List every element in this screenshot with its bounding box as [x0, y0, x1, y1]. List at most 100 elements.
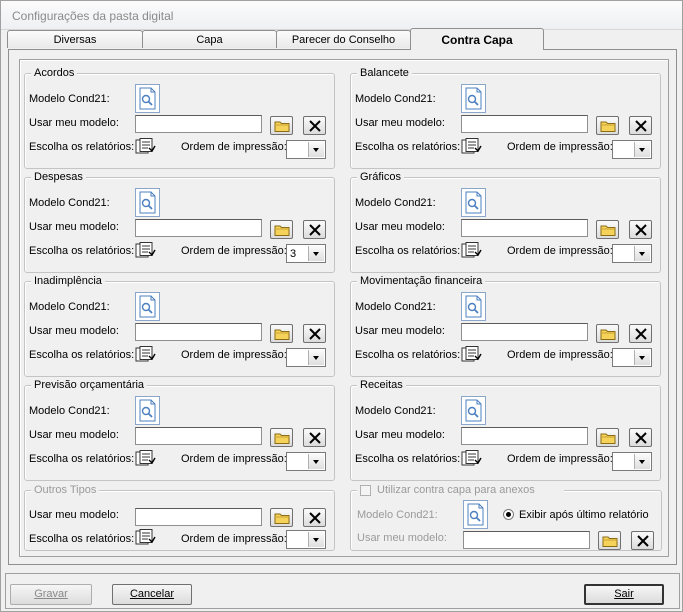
anexos-checkbox-label: Utilizar contra capa para anexos	[377, 484, 535, 496]
ordem-impressao-select[interactable]	[612, 348, 652, 367]
group-title: Balancete	[357, 66, 412, 80]
choose-reports-button[interactable]	[134, 529, 156, 547]
gravar-button[interactable]: Gravar	[10, 584, 92, 605]
clear-model-button[interactable]	[303, 324, 326, 343]
group-title: Gráficos	[357, 170, 404, 184]
ordem-impressao-label: Ordem de impressão:	[507, 349, 613, 361]
modelo-cond21-label: Modelo Cond21:	[29, 405, 110, 417]
ordem-impressao-select[interactable]	[612, 244, 652, 263]
exibir-apos-radio[interactable]	[503, 509, 514, 520]
usar-meu-modelo-input[interactable]	[135, 508, 262, 526]
choose-reports-button[interactable]	[134, 138, 156, 156]
usar-meu-modelo-input[interactable]	[461, 115, 588, 133]
title-bar: Configurações da pasta digital	[1, 1, 682, 30]
group-title: Outros Tipos	[31, 483, 100, 497]
clear-model-button[interactable]	[629, 220, 652, 239]
group-title: Inadimplência	[31, 274, 105, 288]
tab-diversas[interactable]: Diversas	[7, 30, 143, 48]
report-list-icon	[134, 529, 156, 549]
chevron-down-icon[interactable]	[634, 142, 650, 157]
usar-meu-modelo-input[interactable]	[135, 323, 262, 341]
tab-parecer-do-conselho[interactable]: Parecer do Conselho	[276, 30, 411, 48]
browse-folder-button[interactable]	[596, 428, 619, 447]
choose-reports-button[interactable]	[460, 450, 482, 468]
ordem-impressao-select[interactable]	[286, 530, 326, 549]
clear-model-button[interactable]	[303, 116, 326, 135]
choose-reports-button[interactable]	[134, 346, 156, 364]
usar-meu-modelo-label: Usar meu modelo:	[29, 221, 119, 233]
sair-button[interactable]: Sair	[584, 584, 664, 605]
cancelar-button[interactable]: Cancelar	[112, 584, 192, 605]
usar-meu-modelo-input[interactable]	[461, 323, 588, 341]
ordem-impressao-select[interactable]	[612, 452, 652, 471]
chevron-down-icon[interactable]	[308, 350, 324, 365]
modelo-cond21-icon[interactable]	[135, 188, 160, 217]
usar-meu-modelo-label: Usar meu modelo:	[29, 117, 119, 129]
choose-reports-button[interactable]	[460, 242, 482, 260]
clear-model-button[interactable]	[303, 428, 326, 447]
exibir-apos-label: Exibir após último relatório	[519, 509, 649, 521]
browse-folder-button[interactable]	[596, 324, 619, 343]
anexos-checkbox[interactable]	[360, 485, 371, 496]
chevron-down-icon[interactable]	[308, 142, 324, 157]
usar-meu-modelo-input[interactable]	[461, 427, 588, 445]
ordem-impressao-select[interactable]	[286, 140, 326, 159]
modelo-cond21-icon[interactable]	[135, 396, 160, 425]
tab-capa[interactable]: Capa	[142, 30, 277, 48]
ordem-impressao-label: Ordem de impressão:	[507, 453, 613, 465]
escolha-relatorios-label: Escolha os relatórios:	[29, 141, 135, 153]
choose-reports-button[interactable]	[134, 450, 156, 468]
ordem-impressao-select[interactable]	[286, 348, 326, 367]
browse-folder-button[interactable]	[270, 116, 293, 135]
choose-reports-button[interactable]	[134, 242, 156, 260]
choose-reports-button[interactable]	[460, 138, 482, 156]
ordem-impressao-select[interactable]	[286, 452, 326, 471]
modelo-cond21-icon[interactable]	[461, 84, 486, 113]
browse-folder-button[interactable]	[596, 220, 619, 239]
tab-contra-capa[interactable]: Contra Capa	[410, 28, 544, 50]
browse-folder-button[interactable]	[270, 428, 293, 447]
modelo-cond21-icon[interactable]	[461, 396, 486, 425]
chevron-down-icon[interactable]	[634, 454, 650, 469]
footer-bar: Gravar Cancelar Sair	[5, 573, 680, 609]
modelo-cond21-icon[interactable]	[461, 292, 486, 321]
usar-meu-modelo-label: Usar meu modelo:	[357, 532, 447, 544]
clear-model-button[interactable]	[303, 220, 326, 239]
clear-model-button[interactable]	[631, 531, 654, 550]
clear-model-button[interactable]	[629, 116, 652, 135]
clear-model-button[interactable]	[629, 428, 652, 447]
modelo-cond21-label: Modelo Cond21:	[355, 405, 436, 417]
report-list-icon	[460, 138, 482, 158]
modelo-cond21-icon[interactable]	[461, 188, 486, 217]
chevron-down-icon[interactable]	[308, 246, 324, 261]
usar-meu-modelo-input[interactable]	[135, 115, 262, 133]
report-list-icon	[460, 242, 482, 262]
clear-model-button[interactable]	[303, 508, 326, 527]
browse-folder-button[interactable]	[270, 220, 293, 239]
browse-folder-button[interactable]	[270, 508, 293, 527]
modelo-cond21-icon[interactable]	[135, 84, 160, 113]
group-title: Acordos	[31, 66, 78, 80]
browse-folder-button[interactable]	[270, 324, 293, 343]
usar-meu-modelo-input[interactable]	[463, 531, 590, 549]
chevron-down-icon[interactable]	[634, 350, 650, 365]
choose-reports-button[interactable]	[460, 346, 482, 364]
ordem-impressao-select[interactable]	[612, 140, 652, 159]
usar-meu-modelo-label: Usar meu modelo:	[29, 429, 119, 441]
clear-model-button[interactable]	[629, 324, 652, 343]
browse-folder-button[interactable]	[596, 116, 619, 135]
usar-meu-modelo-input[interactable]	[135, 427, 262, 445]
ordem-impressao-select[interactable]: 3	[286, 244, 326, 263]
chevron-down-icon[interactable]	[308, 454, 324, 469]
modelo-cond21-icon[interactable]	[463, 500, 488, 529]
report-list-icon	[460, 450, 482, 470]
modelo-cond21-icon[interactable]	[135, 292, 160, 321]
modelo-cond21-label: Modelo Cond21:	[355, 93, 436, 105]
chevron-down-icon[interactable]	[634, 246, 650, 261]
usar-meu-modelo-input[interactable]	[461, 219, 588, 237]
ordem-impressao-label: Ordem de impressão:	[181, 141, 287, 153]
report-list-icon	[134, 450, 156, 470]
usar-meu-modelo-input[interactable]	[135, 219, 262, 237]
chevron-down-icon[interactable]	[308, 532, 324, 547]
browse-folder-button[interactable]	[598, 531, 621, 550]
